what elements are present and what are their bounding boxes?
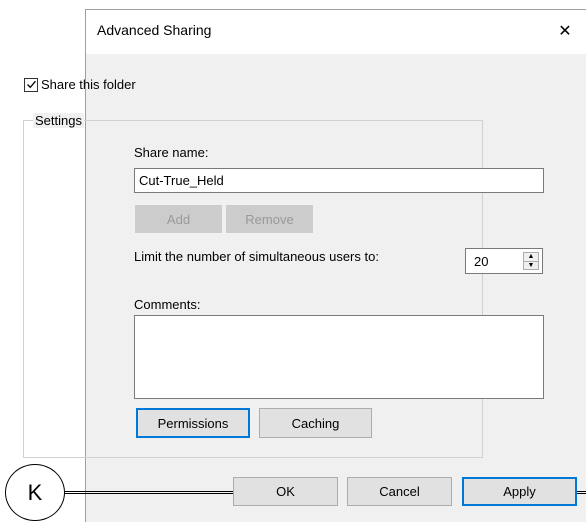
callout-label: K [5,464,65,521]
add-button[interactable]: Add [135,205,222,233]
spin-up-icon[interactable]: ▲ [524,253,538,262]
settings-legend: Settings [33,113,84,128]
limit-users-label: Limit the number of simultaneous users t… [134,249,379,264]
ok-button[interactable]: OK [233,477,338,506]
limit-users-value: 20 [474,254,489,269]
close-icon: ✕ [558,23,572,40]
share-name-input[interactable] [134,168,544,193]
title-bar: Advanced Sharing ✕ [86,10,586,54]
caching-button[interactable]: Caching [259,408,372,438]
cancel-button[interactable]: Cancel [347,477,452,506]
share-folder-label: Share this folder [41,77,136,92]
limit-users-spinner[interactable]: 20 ▲ ▼ [465,248,543,274]
spin-down-icon[interactable]: ▼ [524,262,538,270]
checkmark-icon [26,80,36,89]
callout-leader-line [65,491,233,494]
dialog-title: Advanced Sharing [97,22,212,38]
callout-letter: K [27,479,43,505]
close-button[interactable]: ✕ [550,18,580,44]
callout-leader-line-right [577,491,586,494]
share-folder-checkbox[interactable] [24,77,38,92]
apply-button[interactable]: Apply [462,477,577,506]
share-name-label: Share name: [134,145,209,160]
share-folder-row[interactable]: Share this folder [24,77,136,92]
spinner-buttons[interactable]: ▲ ▼ [523,252,539,270]
comments-textarea[interactable] [134,315,544,399]
remove-button[interactable]: Remove [226,205,313,233]
comments-label: Comments: [134,297,201,312]
permissions-button[interactable]: Permissions [136,408,250,438]
